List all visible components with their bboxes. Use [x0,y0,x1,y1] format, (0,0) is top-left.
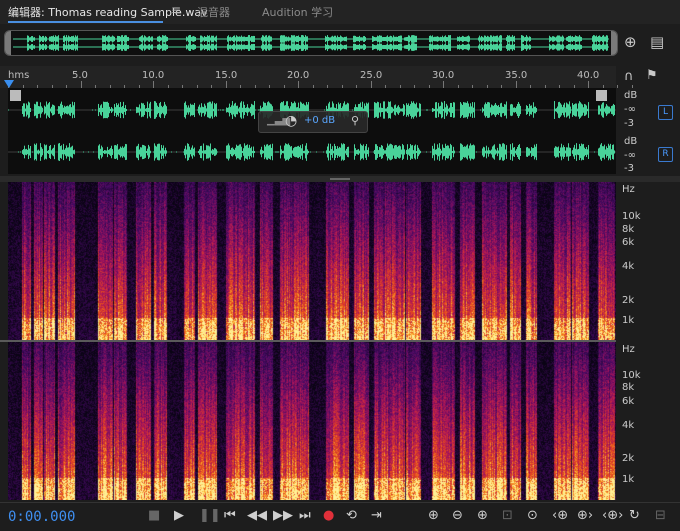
db-inf-label: -∞ [624,104,636,115]
zoom-selection-icon[interactable]: ⊙ [527,508,538,523]
pin-icon[interactable]: ⚲ [351,114,359,127]
panel-layout-icon[interactable]: ▤ [650,33,664,51]
record-icon[interactable]: ● [323,508,334,523]
active-tab-indicator [8,21,163,23]
skip-to-start-icon[interactable]: ⏮ [224,508,236,523]
freq-label: 8k [622,382,635,393]
frequency-scale-right: Hz 10k 8k 6k 4k 2k 1k [616,342,680,500]
marker-pin-icon[interactable]: ⚑ [646,68,658,83]
zoom-reset-icon[interactable]: ⊟ [655,508,666,523]
tab-mixer[interactable]: 混音器 [197,4,230,20]
playhead-marker[interactable] [4,80,14,88]
freq-label: 10k [622,370,641,381]
db-minus3-label: -3 [624,118,634,129]
volume-value[interactable]: +0 dB [304,115,335,126]
freq-label: 2k [622,295,635,306]
freq-unit: Hz [622,344,635,355]
zoom-out-full-icon[interactable]: ↻ [629,508,640,523]
skip-selection-icon[interactable]: ⇥ [371,508,382,523]
rewind-icon[interactable]: ◀◀ [247,508,267,523]
zoom-in-amplitude-icon[interactable]: ⊕ [428,508,439,523]
freq-label: 1k [622,474,635,485]
left-channel-toggle[interactable]: L [658,105,673,120]
ruler-label: 30.0 [432,70,455,81]
freq-label: 4k [622,261,635,272]
play-icon[interactable]: ▶ [174,508,184,523]
freq-label: 4k [622,420,635,431]
ruler-label: 35.0 [505,70,528,81]
zoom-out-amplitude-icon[interactable]: ⊖ [452,508,463,523]
zoom-in-left-icon[interactable]: ‹⊕ [552,508,568,523]
fade-in-handle[interactable] [10,90,21,101]
db-minus3-label: -3 [624,163,634,174]
ruler-label: 20.0 [287,70,310,81]
time-ruler[interactable]: hms 5.0 10.0 15.0 20.0 25.0 30.0 35.0 40… [0,66,633,88]
ruler-label: 5.0 [72,70,88,81]
ruler-label: 10.0 [142,70,165,81]
frequency-scale-left: Hz 10k 8k 6k 4k 2k 1k [616,182,680,340]
overview-navigator[interactable] [4,30,618,56]
zoom-full-icon[interactable]: ⊡ [502,508,513,523]
zoom-to-selection-icon[interactable]: ⊕ [624,33,637,51]
db-scale: dB -∞ -3 dB -∞ -3 [616,88,680,176]
freq-label: 2k [622,453,635,464]
db-unit-label: dB [624,136,638,147]
db-unit-label: dB [624,90,638,101]
skip-to-end-icon[interactable]: ⏭ [299,508,311,523]
volume-knob-icon[interactable]: ◔ [285,113,297,129]
current-time-display[interactable]: 0:00.000 [8,509,75,525]
freq-label: 8k [622,224,635,235]
spectrogram-right-channel[interactable] [8,342,616,500]
tab-audition-learn[interactable]: Audition 学习 [262,4,333,20]
zoom-in-time-icon[interactable]: ⊕ [477,508,488,523]
zoom-in-both-icon[interactable]: ‹⊕› [602,508,623,523]
right-channel-toggle[interactable]: R [658,147,673,162]
freq-label: 1k [622,315,635,326]
ruler-label: 15.0 [215,70,238,81]
fast-forward-icon[interactable]: ▶▶ [273,508,293,523]
db-inf-label: -∞ [624,150,636,161]
spectrogram-left-channel[interactable] [8,182,616,340]
freq-label: 6k [622,396,635,407]
stop-icon[interactable]: ■ [148,508,160,523]
panel-menu-icon[interactable]: ≡ [171,3,181,17]
ruler-label: 40.0 [577,70,600,81]
loop-icon[interactable]: ⟲ [346,508,357,523]
ruler-label: 25.0 [360,70,383,81]
snap-icon[interactable]: ∩ [624,69,634,84]
waveform-right-channel [8,143,616,161]
freq-label: 6k [622,237,635,248]
zoom-in-right-icon[interactable]: ⊕› [577,508,593,523]
panel-tabs: 编辑器: Thomas reading Sample.wav ≡ 混音器 Aud… [0,0,680,24]
freq-label: 10k [622,211,641,222]
volume-hud[interactable]: ▁▃▅ ◔ +0 dB ⚲ [258,111,368,133]
transport-bar: 0:00.000 ■ ▶ ❚❚ ⏮ ◀◀ ▶▶ ⏭ ● ⟲ ⇥ ⊕ ⊖ ⊕ ⊡ … [0,502,680,531]
freq-unit: Hz [622,184,635,195]
pause-icon[interactable]: ❚❚ [199,508,221,523]
fade-out-handle[interactable] [596,90,607,101]
overview-right-handle[interactable] [611,31,617,55]
